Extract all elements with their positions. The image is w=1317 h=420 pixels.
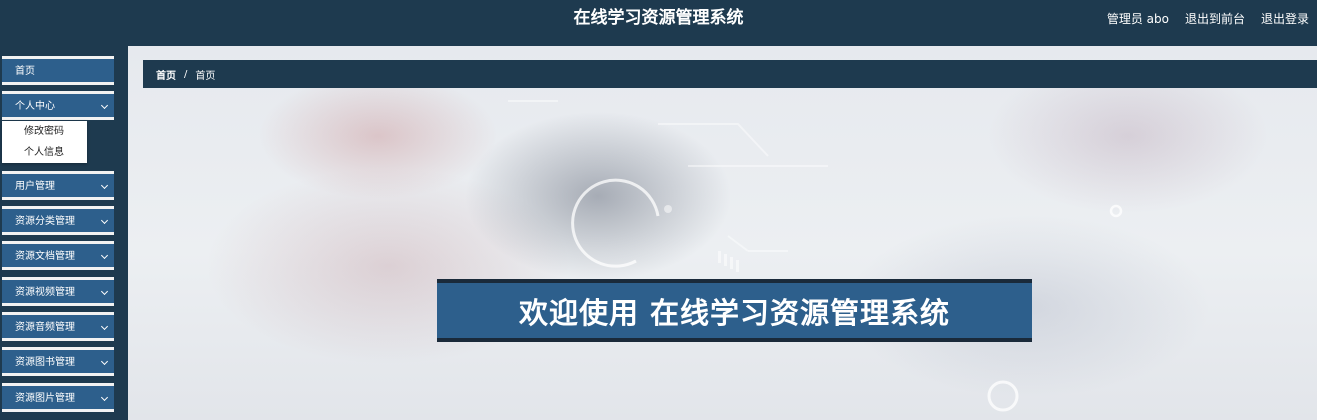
admin-user-label: 管理员 abo <box>1106 11 1169 26</box>
top-user-links: 管理员 abo 退出到前台 退出登录 <box>1107 0 1309 36</box>
breadcrumb-home-link[interactable]: 首页 <box>156 67 176 82</box>
chevron-down-icon <box>100 101 109 110</box>
personal-center-submenu: 修改密码 个人信息 <box>2 121 87 163</box>
sidebar-item-label: 资源图书管理 <box>15 357 75 368</box>
submenu-item-change-password[interactable]: 修改密码 <box>2 121 87 142</box>
welcome-banner: 欢迎使用 在线学习资源管理系统 <box>437 279 1032 342</box>
chevron-down-icon <box>100 287 109 296</box>
sidebar-item-label: 用户管理 <box>15 181 55 192</box>
top-bar: 在线学习资源管理系统 管理员 abo 退出到前台 退出登录 <box>0 0 1317 46</box>
sidebar-item-resource-image[interactable]: 资源图片管理 <box>2 383 114 412</box>
sidebar-item-resource-book[interactable]: 资源图书管理 <box>2 347 114 376</box>
chevron-down-icon <box>100 357 109 366</box>
sidebar-item-home[interactable]: 首页 <box>2 56 114 85</box>
sidebar-item-resource-document[interactable]: 资源文档管理 <box>2 241 114 270</box>
breadcrumb: 首页 / 首页 <box>143 60 1317 88</box>
sidebar-item-resource-video[interactable]: 资源视频管理 <box>2 277 114 306</box>
sidebar-item-resource-audio[interactable]: 资源音频管理 <box>2 312 114 341</box>
sidebar-item-resource-category[interactable]: 资源分类管理 <box>2 206 114 235</box>
breadcrumb-separator: / <box>184 68 188 80</box>
chevron-down-icon <box>100 322 109 331</box>
chevron-down-icon <box>100 393 109 402</box>
chevron-down-icon <box>100 181 109 190</box>
sidebar-item-label: 资源分类管理 <box>15 216 75 227</box>
main-content-area <box>128 46 1317 420</box>
sidebar-item-label: 资源文档管理 <box>15 251 75 262</box>
sidebar-item-label: 资源视频管理 <box>15 287 75 298</box>
sidebar-item-personal-center[interactable]: 个人中心 <box>2 91 114 120</box>
background-decoration-image <box>508 100 1123 412</box>
sidebar-item-user-management[interactable]: 用户管理 <box>2 171 114 200</box>
welcome-text: 欢迎使用 在线学习资源管理系统 <box>518 295 951 330</box>
sidebar-item-label: 资源音频管理 <box>15 322 75 333</box>
logout-link[interactable]: 退出登录 <box>1261 10 1309 27</box>
sidebar-item-label: 资源图片管理 <box>15 393 75 404</box>
chevron-down-icon <box>100 251 109 260</box>
chevron-down-icon <box>100 216 109 225</box>
exit-to-frontend-link[interactable]: 退出到前台 <box>1185 10 1245 27</box>
submenu-item-personal-info[interactable]: 个人信息 <box>2 142 87 163</box>
sidebar-item-label: 首页 <box>15 66 35 77</box>
breadcrumb-current: 首页 <box>195 70 216 82</box>
sidebar-item-label: 个人中心 <box>15 101 55 112</box>
